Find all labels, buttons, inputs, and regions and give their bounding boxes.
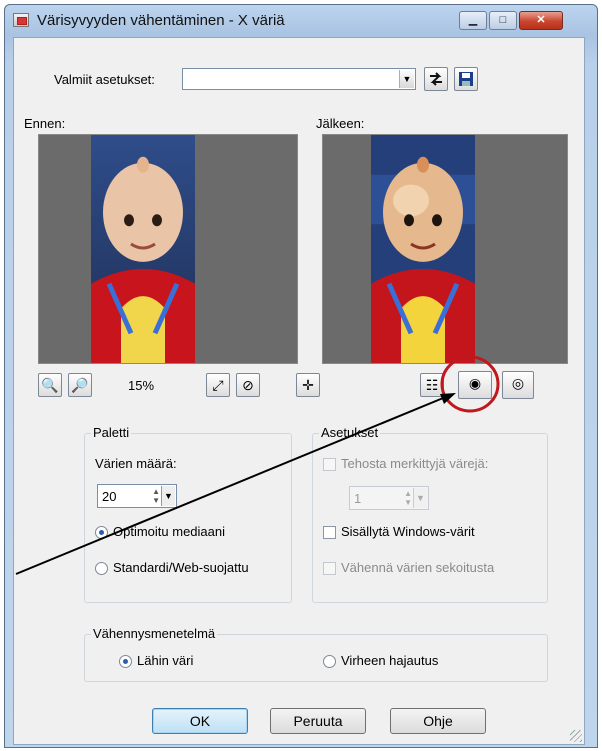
settings-group: Asetukset Tehosta merkittyjä värejä: 1 ▲…	[312, 425, 548, 603]
dialog-window: Värisyvyyden vähentäminen - X väriä ▁ □ …	[4, 4, 598, 748]
proof-eye-icon: ◉	[468, 375, 482, 391]
zoom-out-button[interactable]: 🔍	[38, 373, 62, 397]
help-button[interactable]: Ohje	[390, 708, 486, 734]
before-label: Ennen:	[24, 116, 66, 131]
reduce-color-mixing-label: Vähennä värien sekoitusta	[341, 560, 495, 575]
error-diffusion-label: Virheen hajautus	[341, 653, 439, 668]
maximize-button[interactable]: □	[489, 11, 517, 30]
proof-button[interactable]: ◉	[458, 371, 492, 399]
palette-group-title: Paletti	[91, 425, 132, 440]
nearest-color-label: Lähin väri	[137, 653, 194, 668]
boost-value: 1	[354, 491, 362, 506]
before-photo	[91, 135, 195, 363]
pan-button[interactable]: ✛	[296, 373, 320, 397]
boost-value-spinner[interactable]: 1 ▲ ▼ ▼	[349, 486, 429, 510]
reset-icon: ⊘	[242, 377, 254, 393]
radio-standard-web[interactable]	[95, 562, 108, 575]
ok-button[interactable]: OK	[152, 708, 248, 734]
after-label: Jälkeen:	[316, 116, 365, 131]
presets-label: Valmiit asetukset:	[54, 72, 155, 87]
optimized-median-label: Optimoitu mediaani	[113, 524, 225, 539]
chevron-down-icon[interactable]: ▼	[413, 488, 427, 508]
zoom-out-icon: 🔍	[41, 377, 59, 393]
load-preset-button[interactable]	[424, 67, 448, 91]
load-preset-icon	[430, 72, 442, 86]
palette-group: Paletti Värien määrä: 20 ▲ ▼ ▼ Optimoitu …	[84, 425, 292, 603]
after-preview[interactable]	[322, 134, 568, 364]
close-button[interactable]: ✕	[519, 11, 563, 30]
spin-arrows-icon[interactable]: ▲ ▼	[152, 487, 160, 505]
layout-toggle-icon: ☷	[425, 377, 439, 393]
radio-error-diffusion[interactable]	[323, 655, 336, 668]
reduction-method-title: Vähennysmenetelmä	[91, 626, 218, 641]
boost-colors-checkbox[interactable]	[323, 458, 336, 471]
reduction-method-group: Vähennysmenetelmä Lähin väri Virheen haj…	[84, 626, 548, 682]
color-count-value: 20	[102, 489, 117, 504]
zoom-level: 15%	[128, 378, 155, 393]
include-windows-colors-checkbox[interactable]	[323, 526, 336, 539]
window-title: Värisyvyyden vähentäminen - X väriä	[37, 12, 285, 29]
spin-arrows-icon[interactable]: ▲ ▼	[404, 489, 412, 507]
pan-icon: ✛	[302, 377, 314, 393]
reduce-color-mixing-checkbox[interactable]	[323, 562, 336, 575]
title-bar[interactable]: Värisyvyyden vähentäminen - X väriä ▁ □ …	[5, 5, 597, 35]
reset-button[interactable]: ⊘	[236, 373, 260, 397]
chevron-down-icon[interactable]: ▼	[161, 486, 175, 506]
zoom-in-button[interactable]: 🔎	[68, 373, 92, 397]
radio-optimized-median[interactable]	[95, 526, 108, 539]
chevron-down-icon: ▼	[399, 70, 414, 88]
auto-proof-button[interactable]: ◎	[502, 371, 534, 399]
auto-proof-eye-icon: ◎	[511, 375, 525, 391]
dialog-client-area: Valmiit asetukset: ▼ Ennen: Jälkeen: 🔍 🔎…	[13, 37, 585, 745]
minimize-icon: ▁	[468, 14, 478, 26]
minimize-button[interactable]: ▁	[459, 11, 487, 30]
resize-grip-icon[interactable]	[570, 730, 582, 742]
layout-toggle-button[interactable]: ☷	[420, 373, 444, 397]
save-icon	[459, 72, 473, 86]
image-icon	[13, 13, 29, 27]
fit-window-icon: ⤢	[212, 377, 224, 393]
color-count-spinner[interactable]: 20 ▲ ▼ ▼	[97, 484, 177, 508]
close-icon: ✕	[536, 14, 546, 26]
cancel-button[interactable]: Peruuta	[270, 708, 366, 734]
radio-nearest-color[interactable]	[119, 655, 132, 668]
presets-combo[interactable]: ▼	[182, 68, 416, 90]
after-photo	[371, 135, 475, 363]
standard-web-label: Standardi/Web-suojattu	[113, 560, 249, 575]
maximize-icon: □	[499, 14, 507, 26]
save-preset-button[interactable]	[454, 67, 478, 91]
before-preview[interactable]	[38, 134, 298, 364]
settings-group-title: Asetukset	[319, 425, 381, 440]
zoom-in-icon: 🔎	[71, 377, 89, 393]
boost-colors-label: Tehosta merkittyjä värejä:	[341, 456, 489, 471]
fit-window-button[interactable]: ⤢	[206, 373, 230, 397]
include-windows-colors-label: Sisällytä Windows-värit	[341, 524, 475, 539]
color-count-label: Värien määrä:	[95, 456, 177, 471]
